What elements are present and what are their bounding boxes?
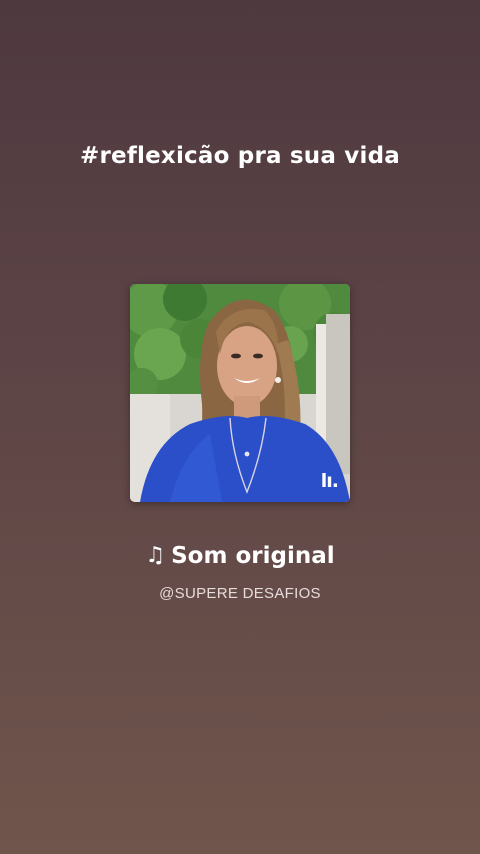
cover-logo: lı. (320, 470, 339, 492)
post-caption: #reflexicão pra sua vida (80, 143, 400, 169)
cover-image (130, 284, 350, 502)
audio-title-row[interactable]: ♫ Som original (40, 539, 440, 573)
music-note-icon: ♫ (145, 543, 166, 568)
audio-title: Som original (171, 543, 335, 569)
audio-author[interactable]: @SUPERE DESAFIOS (40, 584, 440, 604)
audio-cover-thumbnail[interactable]: lı. (130, 284, 350, 502)
